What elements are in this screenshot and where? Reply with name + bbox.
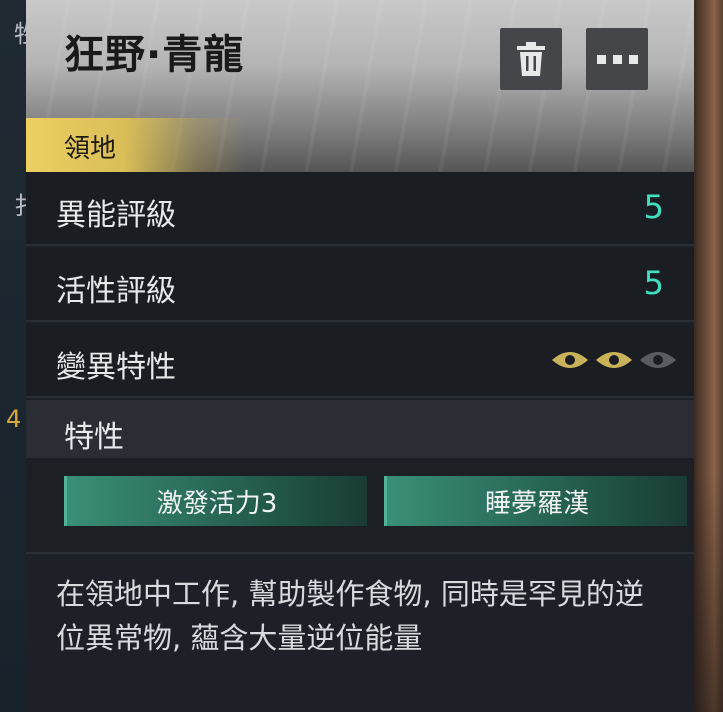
stat-label: 變異特性 xyxy=(56,350,176,385)
creature-name: 狂野·青龍 xyxy=(64,32,245,78)
stat-row-activity-rating: 活性評級 5 xyxy=(26,248,694,322)
creature-detail-panel: 狂野·青龍 領地 異能評級 5 活性評級 5 變異特性 特性 激發活力3 睡夢羅… xyxy=(26,0,694,712)
background-left-strip: 牲 扌 4 xyxy=(0,0,38,712)
mutation-level-indicator xyxy=(550,346,678,374)
trait-chip[interactable]: 激發活力3 xyxy=(64,476,367,526)
background-number: 4 xyxy=(6,405,22,433)
category-tag xyxy=(26,118,246,172)
eye-icon xyxy=(640,352,676,368)
background-character xyxy=(694,0,723,712)
eye-icon xyxy=(552,352,588,368)
delete-button[interactable] xyxy=(500,28,562,90)
stat-value: 5 xyxy=(643,188,664,226)
eye-icon xyxy=(596,352,632,368)
stat-label: 異能評級 xyxy=(56,198,176,233)
trait-chip[interactable]: 睡夢羅漢 xyxy=(384,476,687,526)
stat-row-mutation-trait: 變異特性 xyxy=(26,324,694,398)
trash-icon xyxy=(517,42,545,76)
traits-section-header: 特性 xyxy=(26,400,694,458)
more-icon xyxy=(596,54,638,64)
stat-row-ability-rating: 異能評級 5 xyxy=(26,172,694,246)
more-options-button[interactable] xyxy=(586,28,648,90)
creature-description: 在領地中工作, 幫助製作食物, 同時是罕見的逆位異常物, 蘊含大量逆位能量 xyxy=(56,577,644,655)
traits-section-title: 特性 xyxy=(64,420,124,455)
category-tag-label: 領地 xyxy=(64,134,117,164)
traits-list: 激發活力3 睡夢羅漢 xyxy=(26,458,694,554)
stat-value: 5 xyxy=(643,264,664,302)
stat-label: 活性評級 xyxy=(56,274,176,309)
